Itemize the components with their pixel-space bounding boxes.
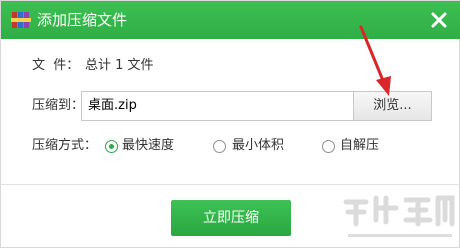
compression-method-label: 压缩方式： — [32, 138, 98, 153]
option-smallest-label[interactable]: 最小体积 — [232, 137, 284, 155]
option-self-extracting-label[interactable]: 自解压 — [340, 137, 379, 155]
files-label: 文 件： — [32, 58, 80, 73]
option-fastest-label[interactable]: 最快速度 — [122, 137, 174, 155]
radio-self-extracting[interactable] — [322, 140, 335, 153]
title-bar[interactable]: 添加压缩文件 — [1, 1, 460, 39]
close-icon[interactable] — [427, 8, 451, 32]
browse-button[interactable]: 浏览... — [353, 91, 432, 121]
compress-to-label: 压缩到： — [32, 98, 85, 113]
winrar-books-icon — [11, 12, 31, 28]
footer-divider — [1, 184, 460, 185]
compress-now-button[interactable]: 立即压缩 — [171, 200, 291, 236]
files-summary: 总计 1 文件 — [85, 58, 154, 73]
window-title: 添加压缩文件 — [37, 11, 128, 29]
radio-fastest[interactable] — [105, 140, 118, 153]
archive-filename-input[interactable]: 桌面.zip — [81, 91, 354, 121]
radio-smallest[interactable] — [213, 140, 226, 153]
add-archive-dialog: 添加压缩文件 文 件： 总计 1 文件 压缩到： 桌面.zip 浏览... 压缩… — [0, 0, 460, 248]
